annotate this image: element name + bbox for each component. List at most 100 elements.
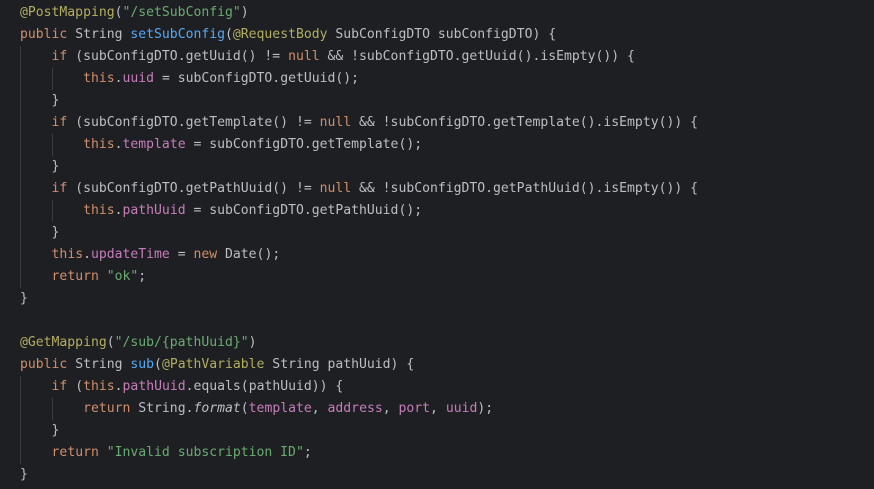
code-token: uuid [122,71,155,86]
code-token: "Invalid subscription ID" [106,445,304,460]
code-token: ( [106,335,115,350]
code-token: ( [114,5,123,20]
code-line[interactable]: if (subConfigDTO.getTemplate() != null &… [20,112,698,134]
code-token: if [51,181,68,196]
code-token: return [83,401,131,416]
code-token: = subConfigDTO.getUuid(); [154,71,360,86]
code-token: pathUuid [122,203,186,218]
code-line[interactable]: @PostMapping("/setSubConfig") [20,2,249,24]
code-line[interactable]: return "Invalid subscription ID"; [20,442,312,464]
code-token: && !subConfigDTO.getPathUuid().isEmpty()… [351,181,698,196]
code-token: , [311,401,328,416]
code-token: ; [303,445,312,460]
code-token: ( [67,379,84,394]
code-token: @PostMapping [20,5,115,20]
code-token: if [51,49,68,64]
code-token: null [288,49,320,64]
code-token: pathUuid [122,379,186,394]
code-token: } [20,467,28,482]
code-line[interactable]: } [20,420,60,442]
code-token: . [114,71,123,86]
code-line[interactable]: if (subConfigDTO.getPathUuid() != null &… [20,178,698,200]
code-token: uuid [445,401,478,416]
code-line[interactable]: if (subConfigDTO.getUuid() != null && !s… [20,46,635,68]
code-line[interactable]: public String sub(@PathVariable String p… [20,354,414,376]
code-token: ( [240,401,249,416]
code-line[interactable]: } [20,156,60,178]
code-line[interactable]: } [20,222,60,244]
code-line[interactable]: return "ok"; [20,266,147,288]
code-token: ) [240,5,249,20]
code-token: . [114,203,123,218]
code-token: } [20,93,60,108]
code-token: .equals(pathUuid)) { [185,379,344,394]
code-token: template [248,401,312,416]
code-token: template [122,137,186,152]
code-token: sub [130,357,155,372]
code-token: , [382,401,399,416]
code-token: SubConfigDTO subConfigDTO) { [327,27,557,42]
code-line[interactable]: this.uuid = subConfigDTO.getUuid(); [20,68,359,90]
code-token: "/sub/{pathUuid}" [114,335,249,350]
code-token: return [51,269,99,284]
code-line[interactable]: this.updateTime = new Date(); [20,244,281,266]
code-token: if [51,115,68,130]
code-token: ) [248,335,257,350]
code-token: (subConfigDTO.getTemplate() != [67,115,320,130]
code-token: this [83,203,115,218]
code-token: @RequestBody [232,27,328,42]
code-token: String [67,357,131,372]
code-line[interactable]: this.pathUuid = subConfigDTO.getPathUuid… [20,200,422,222]
code-token: && !subConfigDTO.getTemplate().isEmpty()… [351,115,698,130]
code-token: String [67,27,131,42]
code-token: public [20,357,68,372]
code-token: && !subConfigDTO.getUuid().isEmpty()) { [319,49,635,64]
code-token: ); [477,401,494,416]
code-token: null [319,115,352,130]
code-token: } [20,159,60,174]
code-token: new [193,247,218,262]
code-token: Date(); [217,247,281,262]
code-token: , [430,401,446,416]
code-token: setSubConfig [130,27,225,42]
code-token: = subConfigDTO.getTemplate(); [185,137,423,152]
code-token: format [193,401,241,416]
code-token: @PathVariable [161,357,265,372]
code-token: port [398,401,431,416]
code-token: String pathUuid) { [264,357,415,372]
code-editor[interactable]: @PostMapping("/setSubConfig") public Stri… [0,0,874,489]
code-token: (subConfigDTO.getUuid() != [67,49,289,64]
code-token: String. [130,401,194,416]
code-line[interactable]: } [20,288,28,310]
code-line[interactable]: } [20,90,60,112]
code-token: . [114,137,123,152]
code-token: public [20,27,68,42]
code-line[interactable]: this.template = subConfigDTO.getTemplate… [20,134,422,156]
code-token: @GetMapping [20,335,107,350]
code-token: ; [138,269,147,284]
code-token: . [83,247,91,262]
code-line[interactable]: @GetMapping("/sub/{pathUuid}") [20,332,257,354]
code-line[interactable]: if (this.pathUuid.equals(pathUuid)) { [20,376,344,398]
code-token: address [327,401,383,416]
code-token: } [20,291,28,306]
code-token: . [114,379,123,394]
code-line[interactable]: public String setSubConfig(@RequestBody … [20,24,556,46]
code-line[interactable]: } [20,464,28,486]
code-line[interactable]: return String.format(template, address, … [20,398,493,420]
code-token: updateTime [90,247,170,262]
code-token: ( [225,27,233,42]
